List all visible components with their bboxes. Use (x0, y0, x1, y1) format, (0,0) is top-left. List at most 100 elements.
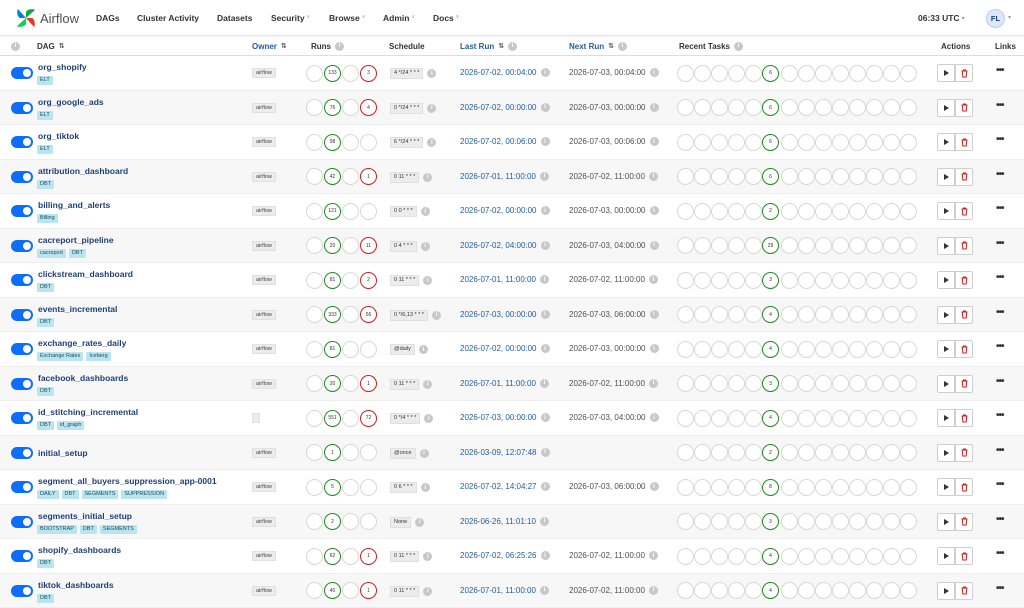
info-icon[interactable]: i (650, 137, 659, 146)
task-state-circle[interactable] (849, 375, 866, 392)
task-state-circle[interactable] (849, 513, 866, 530)
task-state-circle[interactable] (677, 410, 694, 427)
runs-queued-circle[interactable] (306, 272, 323, 289)
task-state-circle[interactable] (694, 479, 711, 496)
task-state-circle[interactable] (694, 513, 711, 530)
tag-badge[interactable]: DBT (80, 525, 97, 534)
runs-queued-circle[interactable] (306, 134, 323, 151)
task-state-circle[interactable] (781, 444, 798, 461)
task-state-circle[interactable] (832, 306, 849, 323)
task-state-circle[interactable] (883, 134, 900, 151)
task-state-circle[interactable] (745, 513, 762, 530)
task-state-circle[interactable] (798, 306, 815, 323)
tag-badge[interactable]: DBT (37, 180, 54, 189)
task-state-circle[interactable] (711, 99, 728, 116)
task-state-circle[interactable] (694, 582, 711, 599)
last-run-cell[interactable]: 2026-07-02, 00:04:00i (460, 68, 550, 77)
last-run-link[interactable]: 2026-06-26, 11:01:10 (460, 517, 536, 526)
task-state-circle[interactable] (883, 513, 900, 530)
task-state-circle[interactable] (866, 410, 883, 427)
pause-toggle[interactable] (11, 309, 33, 321)
trigger-dag-button[interactable] (937, 64, 955, 82)
task-state-circle[interactable] (728, 203, 745, 220)
dag-link[interactable]: clickstream_dashboard (38, 269, 133, 279)
task-state-circle[interactable] (815, 65, 832, 82)
info-icon[interactable]: i (649, 275, 658, 284)
task-state-circle[interactable] (728, 513, 745, 530)
pause-toggle[interactable] (11, 343, 33, 355)
last-run-link[interactable]: 2026-07-03, 00:00:00 (460, 310, 537, 319)
owner-badge[interactable]: airflow (252, 68, 276, 78)
owner-badge[interactable]: airflow (252, 172, 276, 182)
task-state-circle[interactable] (832, 444, 849, 461)
task-success-circle[interactable]: 6 (762, 168, 779, 185)
runs-queued-circle[interactable] (306, 306, 323, 323)
runs-success-circle[interactable]: 81 (324, 272, 341, 289)
pause-toggle[interactable] (11, 136, 33, 148)
nav-item-docs[interactable]: Docs˅ (433, 0, 459, 36)
runs-running-circle[interactable] (342, 513, 359, 530)
task-state-circle[interactable] (900, 582, 917, 599)
task-state-circle[interactable] (900, 306, 917, 323)
dag-link[interactable]: tiktok_dashboards (38, 580, 114, 590)
task-state-circle[interactable] (832, 168, 849, 185)
delete-dag-button[interactable] (955, 513, 973, 531)
runs-queued-circle[interactable] (306, 444, 323, 461)
runs-queued-circle[interactable] (306, 203, 323, 220)
info-icon[interactable]: i (540, 172, 549, 181)
task-state-circle[interactable] (849, 272, 866, 289)
task-state-circle[interactable] (900, 444, 917, 461)
info-icon[interactable]: i (541, 241, 550, 250)
last-run-link[interactable]: 2026-07-01, 11:00:00 (460, 586, 536, 595)
task-state-circle[interactable] (694, 99, 711, 116)
info-icon[interactable]: i (420, 449, 429, 458)
task-state-circle[interactable] (781, 306, 798, 323)
task-state-circle[interactable] (728, 582, 745, 599)
runs-queued-circle[interactable] (306, 548, 323, 565)
info-icon[interactable]: i (650, 413, 659, 422)
task-state-circle[interactable] (745, 548, 762, 565)
task-state-circle[interactable] (866, 237, 883, 254)
runs-queued-circle[interactable] (306, 341, 323, 358)
last-run-cell[interactable]: 2026-07-02, 00:00:00i (460, 206, 550, 215)
task-state-circle[interactable] (728, 272, 745, 289)
pause-toggle[interactable] (11, 585, 33, 597)
links-menu-icon[interactable]: ••• (996, 134, 1004, 145)
info-icon[interactable]: i (423, 552, 432, 561)
task-state-circle[interactable] (677, 582, 694, 599)
task-state-circle[interactable] (883, 272, 900, 289)
task-state-circle[interactable] (900, 513, 917, 530)
task-state-circle[interactable] (883, 65, 900, 82)
last-run-link[interactable]: 2026-07-02, 14:04:27 (460, 482, 537, 491)
task-success-circle[interactable]: 29 (762, 237, 779, 254)
task-state-circle[interactable] (798, 341, 815, 358)
task-state-circle[interactable] (832, 513, 849, 530)
task-state-circle[interactable] (711, 65, 728, 82)
task-state-circle[interactable] (711, 306, 728, 323)
runs-success-circle[interactable]: 20 (324, 237, 341, 254)
pause-toggle[interactable] (11, 205, 33, 217)
owner-badge[interactable]: airflow (252, 586, 276, 596)
task-state-circle[interactable] (677, 479, 694, 496)
nav-item-datasets[interactable]: Datasets (217, 0, 252, 36)
task-state-circle[interactable] (815, 444, 832, 461)
task-state-circle[interactable] (711, 410, 728, 427)
task-state-circle[interactable] (694, 168, 711, 185)
trigger-dag-button[interactable] (937, 237, 955, 255)
info-icon[interactable]: i (649, 172, 658, 181)
info-icon[interactable]: i (421, 207, 430, 216)
info-icon[interactable]: i (650, 68, 659, 77)
info-icon[interactable]: i (421, 242, 430, 251)
owner-badge[interactable]: airflow (252, 379, 276, 389)
task-state-circle[interactable] (815, 410, 832, 427)
tag-badge[interactable]: DBT (37, 387, 54, 396)
task-state-circle[interactable] (728, 548, 745, 565)
column-last-run[interactable]: Last Run⇅i (460, 36, 517, 56)
trigger-dag-button[interactable] (937, 133, 955, 151)
task-state-circle[interactable] (849, 306, 866, 323)
info-icon[interactable]: i (541, 344, 550, 353)
task-state-circle[interactable] (798, 203, 815, 220)
task-state-circle[interactable] (728, 306, 745, 323)
tag-badge[interactable]: DBT (62, 490, 79, 499)
task-state-circle[interactable] (781, 168, 798, 185)
